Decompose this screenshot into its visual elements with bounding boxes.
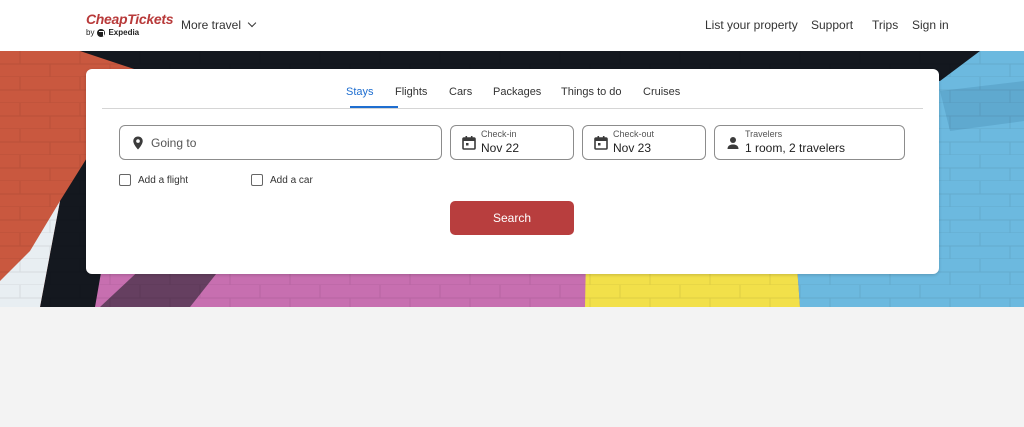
tab-flights[interactable]: Flights [395, 86, 427, 98]
calendar-icon [462, 136, 476, 150]
brand-parent: Expedia [108, 28, 140, 37]
calendar-icon [594, 136, 608, 150]
add-flight-label: Add a flight [138, 174, 189, 186]
travelers-value: 1 room, 2 travelers [745, 141, 846, 155]
add-car-checkbox[interactable]: Add a car [251, 174, 313, 186]
tab-cruises[interactable]: Cruises [643, 86, 680, 98]
search-card: Stays Flights Cars Packages Things to do… [86, 69, 939, 274]
brand-by: by [86, 28, 95, 37]
tab-things-to-do[interactable]: Things to do [561, 86, 622, 98]
add-car-label: Add a car [270, 174, 313, 186]
cheaptickets-logo[interactable]: CheapTickets by Expedia [86, 12, 173, 38]
more-travel-menu[interactable]: More travel [181, 18, 257, 32]
checkin-label: Check-in [481, 129, 517, 139]
going-to-placeholder: Going to [151, 136, 197, 150]
tab-packages[interactable]: Packages [493, 86, 541, 98]
checkout-value: Nov 23 [613, 141, 652, 155]
list-your-property-link[interactable]: List your property [705, 18, 798, 32]
sign-in-link[interactable]: Sign in [912, 18, 949, 32]
checkin-field[interactable]: Check-in Nov 22 [450, 125, 574, 160]
expedia-icon [97, 29, 106, 37]
checkout-field[interactable]: Check-out Nov 23 [582, 125, 706, 160]
brand-byline: by Expedia [86, 28, 173, 38]
top-header: CheapTickets by Expedia More travel List… [0, 0, 1024, 51]
brand-name: CheapTickets [86, 11, 174, 27]
chevron-down-icon [247, 18, 257, 28]
checkbox-box[interactable] [119, 174, 131, 186]
person-icon [727, 137, 739, 149]
active-tab-indicator [350, 106, 398, 108]
checkbox-box[interactable] [251, 174, 263, 186]
going-to-field[interactable]: Going to [119, 125, 442, 160]
support-link[interactable]: Support [811, 18, 853, 32]
map-pin-icon [133, 136, 143, 150]
travelers-field[interactable]: Travelers 1 room, 2 travelers [714, 125, 905, 160]
tab-cars[interactable]: Cars [449, 86, 472, 98]
tab-stays[interactable]: Stays [346, 86, 374, 98]
search-button[interactable]: Search [450, 201, 574, 235]
more-travel-label: More travel [181, 18, 242, 32]
checkin-value: Nov 22 [481, 141, 520, 155]
travelers-label: Travelers [745, 129, 783, 139]
checkout-label: Check-out [613, 129, 655, 139]
search-tabs: Stays Flights Cars Packages Things to do… [102, 69, 923, 109]
add-flight-checkbox[interactable]: Add a flight [119, 174, 188, 186]
trips-link[interactable]: Trips [872, 18, 898, 32]
